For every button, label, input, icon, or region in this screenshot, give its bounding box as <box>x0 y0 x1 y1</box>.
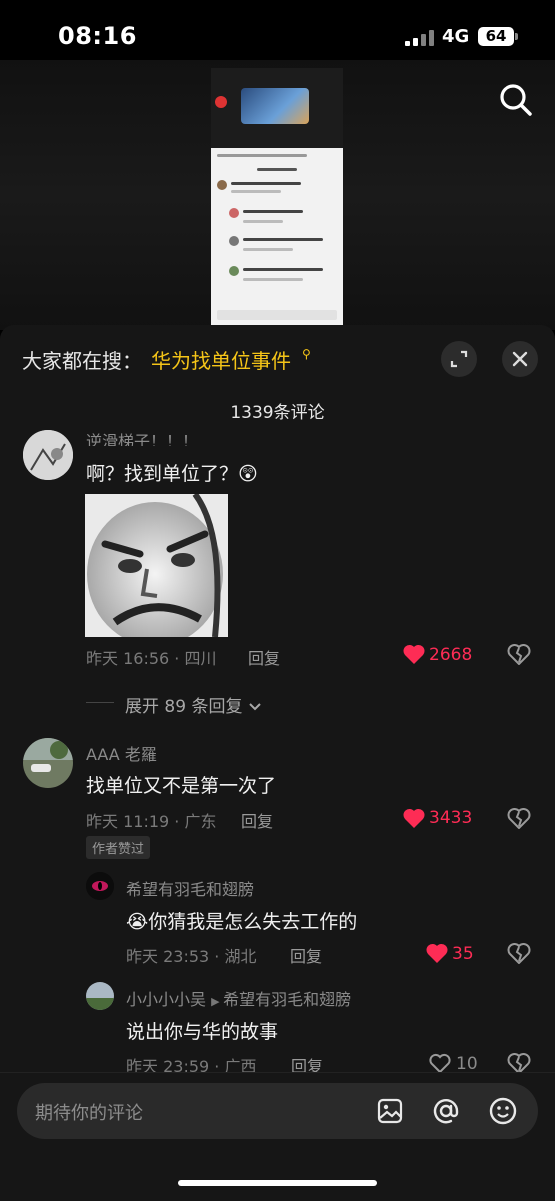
reply-text: 说出你与华的故事 <box>126 1021 279 1043</box>
avatar-sketch <box>23 430 73 480</box>
battery-tip <box>515 33 518 40</box>
hot-search-keyword[interactable]: 华为找单位事件 <box>151 345 291 374</box>
avatar-cat-eye <box>86 872 114 900</box>
at-icon[interactable] <box>431 1096 461 1126</box>
preview-comment-sheet <box>211 148 343 328</box>
meme-face-drawing <box>85 494 228 637</box>
home-indicator[interactable] <box>178 1180 377 1186</box>
emoji-icon[interactable] <box>488 1096 518 1126</box>
close-button[interactable] <box>502 341 538 377</box>
preview-car-image <box>241 88 309 124</box>
astonished-emoji: 😲 <box>238 463 258 485</box>
search-icon[interactable] <box>496 80 536 120</box>
chevron-down-icon <box>249 703 261 711</box>
heart-icon[interactable] <box>402 807 426 829</box>
comment-text: 找单位又不是第一次了 <box>86 775 277 797</box>
video-preview[interactable] <box>211 68 343 328</box>
preview-app-dot <box>215 96 227 108</box>
like-count: 10 <box>456 1054 478 1074</box>
comment-author[interactable]: AAA 老羅 <box>86 741 157 765</box>
comment-input-placeholder[interactable]: 期待你的评论 <box>35 1099 143 1125</box>
reply-button[interactable]: 回复 <box>248 645 280 669</box>
avatar[interactable] <box>86 982 114 1010</box>
reply-text: 😭你猜我是怎么失去工作的 <box>126 911 358 933</box>
comment-meta: 昨天 16:56 · 四川 <box>86 649 217 668</box>
expand-button[interactable] <box>441 341 477 377</box>
reply-author: 小小小小吴 ▶ 希望有羽毛和翅膀 <box>126 990 352 1009</box>
reply-to-arrow-icon: ▶ <box>211 995 224 1008</box>
image-icon[interactable] <box>376 1097 404 1125</box>
like-count: 3433 <box>429 808 473 828</box>
comment-meta: 昨天 11:19 · 广东 <box>86 812 217 831</box>
reply-author[interactable]: 希望有羽毛和翅膀 <box>126 876 254 900</box>
avatar[interactable] <box>86 872 114 900</box>
avatar-landscape-small <box>86 982 114 1010</box>
broken-heart-icon[interactable] <box>507 643 531 665</box>
expand-replies-button[interactable]: 展开 89 条回复 <box>125 692 262 717</box>
close-icon <box>512 351 528 367</box>
status-time: 08:16 <box>58 22 137 50</box>
avatar-landscape <box>23 738 73 788</box>
expand-icon <box>450 350 468 368</box>
battery-level: 64 <box>478 27 514 46</box>
comment-count: 1339条评论 <box>230 403 325 423</box>
reply-meta: 昨天 23:53 · 湖北 <box>126 947 257 966</box>
comment-meme-image[interactable] <box>85 494 228 637</box>
avatar[interactable] <box>23 430 73 480</box>
keyword-search-icon: ⚲ <box>302 347 311 361</box>
signal-icon <box>405 30 435 46</box>
network-type: 4G <box>442 26 470 47</box>
broken-heart-icon[interactable] <box>507 1052 531 1074</box>
heart-icon[interactable] <box>425 942 449 964</box>
avatar[interactable] <box>23 738 73 788</box>
broken-heart-icon[interactable] <box>507 807 531 829</box>
preview-car-screen <box>211 68 343 148</box>
reply-button[interactable]: 回复 <box>290 943 322 967</box>
crying-emoji: 😭 <box>126 911 149 933</box>
heart-icon[interactable] <box>428 1052 452 1074</box>
reply-button[interactable]: 回复 <box>241 808 273 832</box>
hot-search-label: 大家都在搜： <box>22 349 142 373</box>
author-liked-badge: 作者赞过 <box>86 836 151 859</box>
heart-icon[interactable] <box>402 643 426 665</box>
like-count: 35 <box>452 944 474 964</box>
expand-divider <box>86 702 114 703</box>
comment-text: 啊？找到单位了？😲 <box>86 463 258 485</box>
broken-heart-icon[interactable] <box>507 942 531 964</box>
comment-author[interactable]: 逆滑梯子！！！ <box>86 428 198 446</box>
like-count: 2668 <box>429 645 473 665</box>
